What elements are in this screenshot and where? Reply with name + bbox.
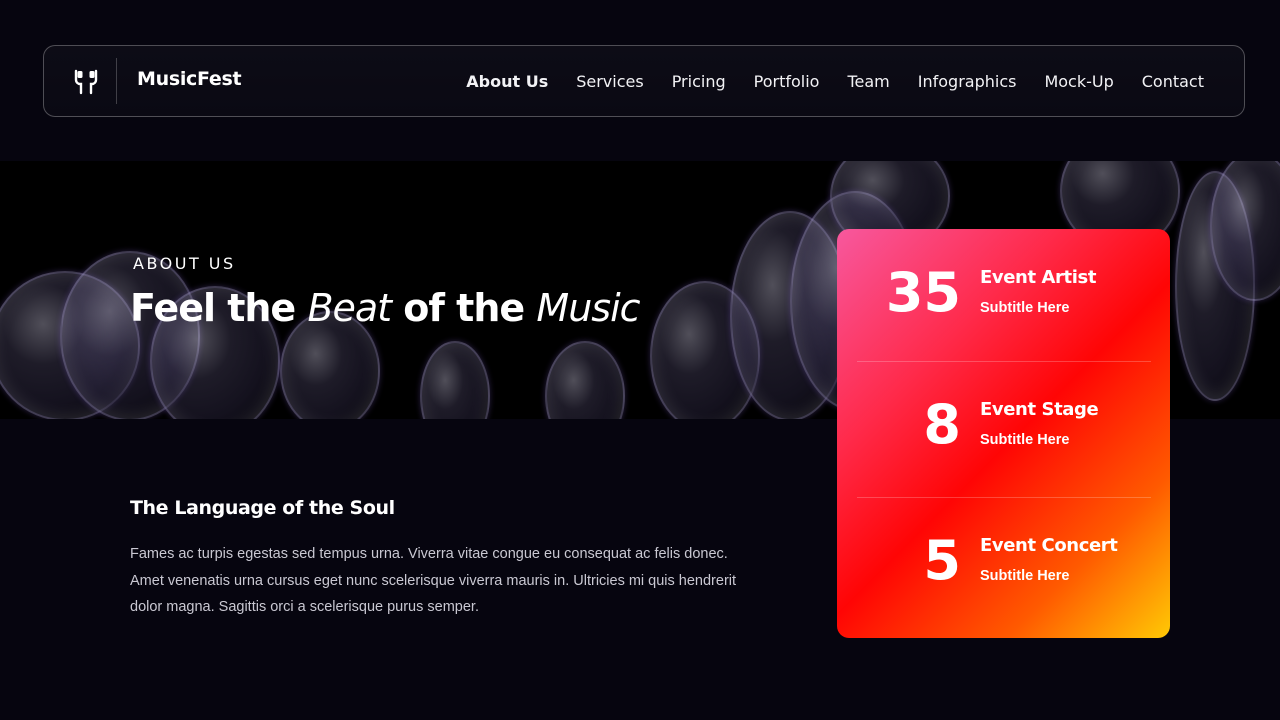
decorative-disc bbox=[420, 341, 490, 419]
nav-item-team[interactable]: Team bbox=[847, 72, 889, 91]
stat-number: 5 bbox=[923, 529, 961, 592]
hero-title: Feel the Beat of the Music bbox=[130, 286, 641, 330]
nav-item-infographics[interactable]: Infographics bbox=[918, 72, 1017, 91]
brand-name[interactable]: MusicFest bbox=[137, 68, 242, 90]
top-navbar: MusicFest About Us Services Pricing Port… bbox=[43, 45, 1245, 117]
about-heading: The Language of the Soul bbox=[130, 497, 395, 519]
stat-subtitle: Subtitle Here bbox=[980, 300, 1070, 316]
hero-title-part: Feel the bbox=[130, 286, 308, 330]
stat-title: Event Concert bbox=[980, 535, 1118, 556]
stat-title: Event Stage bbox=[980, 399, 1099, 420]
hero-title-emphasis: Beat bbox=[307, 286, 392, 330]
about-body-text: Fames ac turpis egestas sed tempus urna.… bbox=[130, 546, 737, 615]
hero-title-emphasis: Music bbox=[536, 286, 640, 330]
logo-divider bbox=[116, 58, 117, 104]
stat-item: 5 Event Concert Subtitle Here bbox=[857, 497, 1151, 633]
stat-number: 35 bbox=[885, 261, 961, 324]
stat-subtitle: Subtitle Here bbox=[980, 568, 1070, 584]
stats-card: 35 Event Artist Subtitle Here 8 Event St… bbox=[837, 229, 1170, 638]
stat-title: Event Artist bbox=[980, 267, 1097, 288]
nav-item-services[interactable]: Services bbox=[576, 72, 643, 91]
stat-subtitle: Subtitle Here bbox=[980, 432, 1070, 448]
nav-item-portfolio[interactable]: Portfolio bbox=[754, 72, 820, 91]
hero-title-part: of the bbox=[391, 286, 537, 330]
stat-item: 35 Event Artist Subtitle Here bbox=[857, 229, 1151, 365]
main-nav: About Us Services Pricing Portfolio Team… bbox=[466, 46, 1204, 116]
speaker-plugs-icon[interactable] bbox=[72, 68, 100, 96]
nav-item-mock-up[interactable]: Mock-Up bbox=[1044, 72, 1113, 91]
nav-item-about-us[interactable]: About Us bbox=[466, 72, 548, 91]
stat-item: 8 Event Stage Subtitle Here bbox=[857, 361, 1151, 497]
decorative-disc bbox=[545, 341, 625, 419]
stat-number: 8 bbox=[923, 393, 961, 456]
nav-item-pricing[interactable]: Pricing bbox=[672, 72, 726, 91]
section-eyebrow: ABOUT US bbox=[133, 254, 236, 273]
nav-item-contact[interactable]: Contact bbox=[1142, 72, 1204, 91]
